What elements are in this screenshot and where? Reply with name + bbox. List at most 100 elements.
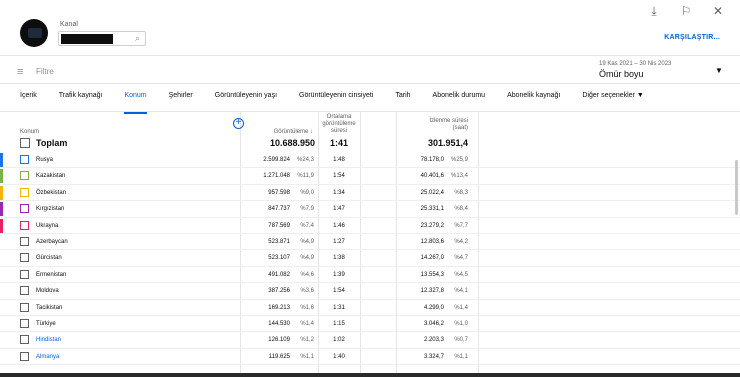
avg-duration-value: 1:27 <box>333 238 345 245</box>
row-checkbox[interactable] <box>20 204 29 214</box>
column-header-avg-view-duration[interactable]: Ortalama görüntüleme süresi <box>320 114 358 135</box>
taskbar-strip <box>0 373 740 377</box>
views-percent: %4,9 <box>300 238 314 245</box>
tab-viewer-gender[interactable]: Görüntüleyenin cinsiyeti <box>299 92 373 108</box>
close-icon[interactable]: ✕ <box>710 4 726 18</box>
tab-traffic-source[interactable]: Trafik kaynağı <box>59 92 103 108</box>
add-metric-button[interactable]: + <box>233 118 244 129</box>
table-row[interactable]: Hindistan 126.109 %1,2 1:02 2.203,3 %0,7 <box>0 332 740 349</box>
channel-selector[interactable]: ⌕ <box>58 31 146 46</box>
tab-content[interactable]: İçerik <box>20 92 37 108</box>
avg-duration-value: 1:48 <box>333 157 345 163</box>
row-checkbox[interactable] <box>20 187 29 197</box>
country-name[interactable]: Hindistan <box>36 337 61 343</box>
views-percent: %7,9 <box>300 206 314 213</box>
tab-more-options[interactable]: Diğer seçenekler ▼ <box>582 92 643 108</box>
series-color-bar <box>0 153 3 167</box>
country-name[interactable]: Almanya <box>36 354 59 360</box>
avg-duration-value: 1:40 <box>333 353 345 360</box>
download-icon[interactable]: ⤓ <box>646 4 662 18</box>
header-line: Ortalama <box>326 114 352 120</box>
series-color-bar <box>0 284 3 298</box>
row-checkbox[interactable] <box>20 269 29 279</box>
redacted-channel-name <box>61 34 113 44</box>
series-color-bar <box>0 333 3 347</box>
watch-time-value: 78.178,0 <box>420 157 444 163</box>
table-row[interactable]: Rusya 2.599.824 %24,3 1:48 78.178,0 %25,9 <box>0 152 740 169</box>
table-row[interactable]: Kazakistan 1.271.048 %11,9 1:54 40.401,6 %13,… <box>0 168 740 185</box>
views-value: 169.213 <box>268 304 290 311</box>
filter-icon[interactable]: ≡ <box>17 66 23 78</box>
header-line: süresi <box>330 128 347 134</box>
chevron-down-icon[interactable]: ▼ <box>715 66 723 75</box>
table-row[interactable]: Azerbaycan 523.871 %4,9 1:27 12.803,6 %4,2 <box>0 234 740 251</box>
series-color-bar <box>0 169 3 184</box>
views-value: 491.082 <box>268 271 290 278</box>
row-checkbox[interactable] <box>20 318 29 328</box>
tab-location[interactable]: Konum <box>124 92 147 114</box>
filter-input[interactable]: Filtre <box>36 67 54 76</box>
tab-viewer-age[interactable]: Görüntüleyenin yaşı <box>215 92 277 108</box>
total-label: Toplam <box>36 138 68 148</box>
country-name: Ermenistan <box>36 271 67 278</box>
avg-duration-value: 1:39 <box>333 271 345 278</box>
table-row[interactable]: Almanya 119.625 %1,1 1:40 3.324,7 %1,1 <box>0 349 740 366</box>
header-line: (saat) <box>452 125 468 131</box>
column-header-watch-time[interactable]: İzlenme süresi (saat) <box>388 118 468 132</box>
row-checkbox[interactable] <box>20 302 29 312</box>
table-row[interactable]: Tacikistan 169.213 %1,6 1:31 4.299,0 %1,4 <box>0 300 740 316</box>
date-selector[interactable]: Ömür boyu <box>599 69 644 79</box>
tab-date[interactable]: Tarih <box>395 92 410 108</box>
table-row[interactable]: Ermenistan 491.082 %4,6 1:39 13.554,3 %4,5 <box>0 267 740 284</box>
table-row[interactable]: Gürcistan 523.107 %4,9 1:38 14.267,0 %4,7 <box>0 250 740 267</box>
watch-time-value: 25.022,4 <box>420 189 444 196</box>
country-name: Gürcistan <box>36 255 62 262</box>
total-checkbox[interactable] <box>20 138 30 148</box>
watch-time-value: 12.327,8 <box>420 288 444 295</box>
row-checkbox[interactable] <box>20 171 29 181</box>
country-name: Türkiye <box>36 320 56 327</box>
watch-time-value: 3.324,7 <box>423 353 444 360</box>
row-checkbox[interactable] <box>20 286 29 296</box>
compare-button[interactable]: KARŞILAŞTIR... <box>664 34 720 41</box>
row-checkbox[interactable] <box>20 253 29 263</box>
avg-duration-value: 1:31 <box>333 304 345 311</box>
views-percent: %4,6 <box>300 271 314 278</box>
country-name: Ukrayna <box>36 222 59 229</box>
watch-time-value: 13.554,3 <box>420 271 444 278</box>
country-name: Kırgızistan <box>36 206 65 213</box>
row-checkbox[interactable] <box>20 351 29 361</box>
watch-time-percent: %4,7 <box>454 255 468 262</box>
series-color-bar <box>0 185 3 200</box>
tab-subscription-status[interactable]: Abonelik durumu <box>433 92 486 108</box>
table-row[interactable]: Ukrayna 787.569 %7,4 1:46 23.279,2 %7,7 <box>0 218 740 234</box>
avg-duration-value: 1:02 <box>333 337 345 344</box>
views-value: 2.599.824 <box>263 157 290 163</box>
watch-time-value: 12.803,6 <box>420 238 444 245</box>
table-row[interactable]: Moldova 387.256 %3,6 1:54 12.327,8 %4,1 <box>0 283 740 300</box>
divider <box>0 83 740 84</box>
row-checkbox[interactable] <box>20 236 29 246</box>
table-row[interactable]: Özbekistan 957.598 %9,0 1:34 25.022,4 %8,3 <box>0 185 740 202</box>
avatar <box>20 19 48 47</box>
views-value: 387.256 <box>268 288 290 295</box>
series-color-bar <box>0 235 3 249</box>
date-range-text: 19 Kas 2021 – 30 Nis 2023 <box>599 61 672 67</box>
tab-subscription-source[interactable]: Abonelik kaynağı <box>507 92 560 108</box>
tab-cities[interactable]: Şehirler <box>169 92 193 108</box>
watch-time-value: 2.203,3 <box>423 337 444 344</box>
divider <box>0 111 740 112</box>
watch-time-value: 4.299,0 <box>423 304 444 311</box>
row-checkbox[interactable] <box>20 155 29 164</box>
watch-time-percent: %0,7 <box>454 337 468 344</box>
table-row[interactable]: Kırgızistan 847.737 %7,9 1:47 25.331,1 %8,4 <box>0 201 740 218</box>
row-checkbox[interactable] <box>20 335 29 345</box>
country-name: Özbekistan <box>36 189 67 196</box>
row-checkbox[interactable] <box>20 220 29 230</box>
search-icon[interactable]: ⌕ <box>135 33 140 44</box>
feedback-icon[interactable]: ⚐ <box>678 4 694 18</box>
scrollbar[interactable] <box>735 160 738 215</box>
views-value: 957.598 <box>268 189 290 196</box>
table-row[interactable]: Türkiye 144.530 %1,4 1:15 3.046,2 %1,0 <box>0 316 740 333</box>
column-header-views[interactable]: Görüntüleme ↓ <box>245 129 313 136</box>
